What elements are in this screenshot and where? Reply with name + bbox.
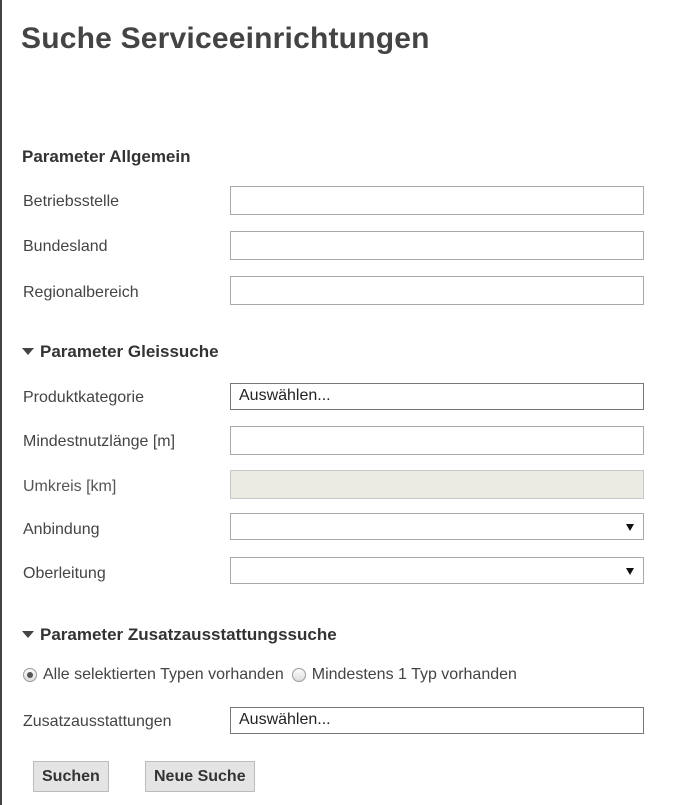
anbindung-select[interactable]: [230, 513, 644, 540]
produktkategorie-label: Produktkategorie: [23, 389, 144, 406]
bundesland-input[interactable]: [230, 231, 644, 260]
anbindung-label: Anbindung: [23, 521, 100, 538]
zusatzausstattungen-picker[interactable]: Auswählen...: [230, 707, 644, 734]
section-toggle-zusatzausstattungssuche[interactable]: Parameter Zusatzausstattungssuche: [22, 625, 337, 645]
section-heading-gleissuche: Parameter Gleissuche: [40, 342, 219, 361]
zusatzausstattungen-label: Zusatzausstattungen: [23, 713, 172, 730]
umkreis-label: Umkreis [km]: [23, 478, 117, 495]
bundesland-label: Bundesland: [23, 238, 108, 255]
collapse-arrow-icon: [22, 348, 34, 355]
radio-min-one-type[interactable]: [291, 668, 306, 682]
match-mode-radio-group: Alle selektierten Typen vorhanden Mindes…: [23, 666, 525, 684]
search-form-panel: Suche Serviceeinrichtungen Parameter All…: [0, 0, 695, 805]
section-heading-zusatzausstattungssuche: Parameter Zusatzausstattungssuche: [40, 625, 337, 644]
new-search-button[interactable]: Neue Suche: [145, 761, 255, 792]
section-toggle-gleissuche[interactable]: Parameter Gleissuche: [22, 342, 219, 362]
mindestnutzlaenge-label: Mindestnutzlänge [m]: [23, 433, 176, 450]
dropdown-arrow-icon: [626, 524, 634, 531]
betriebsstelle-label: Betriebsstelle: [23, 193, 120, 210]
section-heading-allgemein: Parameter Allgemein: [22, 147, 191, 166]
collapse-arrow-icon: [22, 631, 34, 638]
produktkategorie-picker[interactable]: Auswählen...: [230, 383, 644, 410]
oberleitung-label: Oberleitung: [23, 565, 106, 582]
search-button[interactable]: Suchen: [33, 761, 109, 792]
radio-min-one-type-label[interactable]: Mindestens 1 Typ vorhanden: [312, 666, 517, 684]
umkreis-input: [230, 470, 644, 499]
regionalbereich-input[interactable]: [230, 276, 644, 305]
regionalbereich-label: Regionalbereich: [23, 284, 139, 301]
oberleitung-select[interactable]: [230, 557, 644, 584]
dropdown-arrow-icon: [626, 568, 634, 575]
radio-all-types[interactable]: [23, 668, 37, 682]
betriebsstelle-input[interactable]: [230, 186, 644, 215]
page-title: Suche Serviceeinrichtungen: [21, 22, 430, 55]
radio-all-types-label[interactable]: Alle selektierten Typen vorhanden: [43, 666, 284, 684]
mindestnutzlaenge-input[interactable]: [230, 426, 644, 455]
